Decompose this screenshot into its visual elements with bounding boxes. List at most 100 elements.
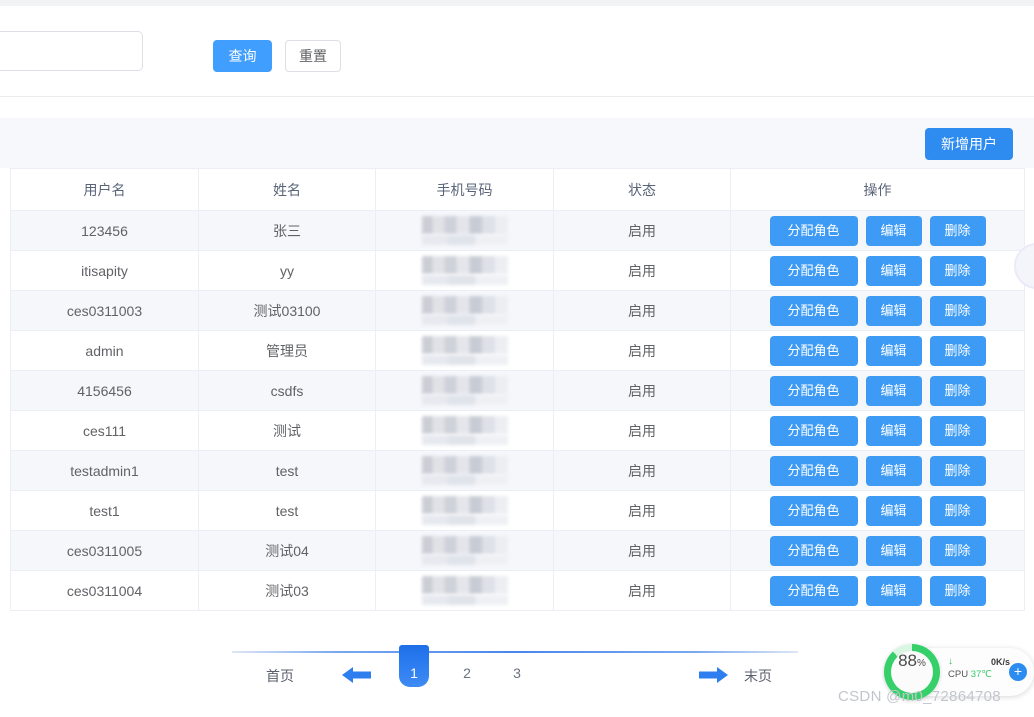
delete-button[interactable]: 删除 xyxy=(929,335,986,366)
cell-name: yy xyxy=(198,250,376,291)
delete-button[interactable]: 删除 xyxy=(929,255,986,286)
cell-name: 测试 xyxy=(198,410,376,451)
cell-actions: 分配角色 编辑 删除 xyxy=(730,210,1025,251)
assign-role-button[interactable]: 分配角色 xyxy=(769,335,858,366)
cell-name: csdfs xyxy=(198,370,376,411)
edit-button[interactable]: 编辑 xyxy=(865,215,922,246)
edit-button[interactable]: 编辑 xyxy=(865,455,922,486)
delete-button[interactable]: 删除 xyxy=(929,455,986,486)
delete-button[interactable]: 删除 xyxy=(929,375,986,406)
pagination-page-active[interactable]: 1 xyxy=(399,645,429,687)
column-header-username: 用户名 xyxy=(10,168,199,211)
network-speed: 0K/s xyxy=(990,656,1010,667)
edit-button[interactable]: 编辑 xyxy=(865,535,922,566)
add-user-button[interactable]: 新增用户 xyxy=(925,128,1013,160)
delete-button[interactable]: 删除 xyxy=(929,295,986,326)
delete-button[interactable]: 删除 xyxy=(929,535,986,566)
assign-role-button[interactable]: 分配角色 xyxy=(769,495,858,526)
pagination-first-page[interactable]: 首页 xyxy=(266,666,294,686)
edit-button[interactable]: 编辑 xyxy=(865,575,922,606)
table-row: admin 管理员 启用 分配角色 编辑 删除 xyxy=(10,330,1025,371)
assign-role-button[interactable]: 分配角色 xyxy=(769,455,858,486)
table-header-row: 用户名 姓名 手机号码 状态 操作 xyxy=(10,168,1025,211)
search-input[interactable] xyxy=(0,31,143,71)
edit-button[interactable]: 编辑 xyxy=(865,375,922,406)
cell-status: 启用 xyxy=(553,490,731,531)
reset-button[interactable]: 重置 xyxy=(285,40,341,72)
cell-actions: 分配角色 编辑 删除 xyxy=(730,290,1025,331)
delete-button[interactable]: 删除 xyxy=(929,215,986,246)
system-monitor-add-button[interactable]: + xyxy=(1009,663,1027,681)
cpu-temperature: 37℃ xyxy=(970,669,992,680)
cell-username: 123456 xyxy=(10,210,199,251)
cell-username: 4156456 xyxy=(10,370,199,411)
cell-status: 启用 xyxy=(553,570,731,611)
pagination-next-arrow-icon[interactable] xyxy=(696,664,730,686)
pagination-page-3[interactable]: 3 xyxy=(506,665,528,681)
row-action-group: 分配角色 编辑 删除 xyxy=(731,215,1024,246)
assign-role-button[interactable]: 分配角色 xyxy=(769,415,858,446)
edit-button[interactable]: 编辑 xyxy=(865,335,922,366)
column-header-phone: 手机号码 xyxy=(375,168,554,211)
assign-role-button[interactable]: 分配角色 xyxy=(769,255,858,286)
phone-blur-mask xyxy=(421,456,508,475)
phone-blur-mask-2 xyxy=(421,515,508,526)
cell-phone-redacted xyxy=(375,250,554,291)
phone-blur-mask xyxy=(421,416,508,435)
cell-actions: 分配角色 编辑 删除 xyxy=(730,570,1025,611)
assign-role-button[interactable]: 分配角色 xyxy=(769,215,858,246)
edit-button[interactable]: 编辑 xyxy=(865,495,922,526)
cell-actions: 分配角色 编辑 删除 xyxy=(730,410,1025,451)
cell-username: ces0311005 xyxy=(10,530,199,571)
pagination-prev-arrow-icon[interactable] xyxy=(340,664,374,686)
cell-phone-redacted xyxy=(375,450,554,491)
cpu-usage-value-wrap: 88 % xyxy=(891,651,933,693)
phone-blur-mask-2 xyxy=(421,235,508,246)
cell-name: 测试03 xyxy=(198,570,376,611)
assign-role-button[interactable]: 分配角色 xyxy=(769,575,858,606)
edit-button[interactable]: 编辑 xyxy=(865,295,922,326)
percent-symbol: % xyxy=(917,658,926,669)
system-monitor-stats: ↓ 0K/s CPU 37℃ xyxy=(948,656,1010,680)
delete-button[interactable]: 删除 xyxy=(929,415,986,446)
cell-actions: 分配角色 编辑 删除 xyxy=(730,450,1025,491)
row-action-group: 分配角色 编辑 删除 xyxy=(731,495,1024,526)
cell-status: 启用 xyxy=(553,330,731,371)
column-header-status: 状态 xyxy=(553,168,731,211)
pagination-last-page[interactable]: 末页 xyxy=(744,666,772,686)
query-button[interactable]: 查询 xyxy=(213,40,272,72)
cell-name: 管理员 xyxy=(198,330,376,371)
cell-actions: 分配角色 编辑 删除 xyxy=(730,490,1025,531)
column-header-actions: 操作 xyxy=(730,168,1025,211)
delete-button[interactable]: 删除 xyxy=(929,575,986,606)
phone-blur-mask-2 xyxy=(421,555,508,566)
phone-blur-mask xyxy=(421,576,508,595)
cell-status: 启用 xyxy=(553,450,731,491)
cell-name: test xyxy=(198,450,376,491)
cell-username: admin xyxy=(10,330,199,371)
phone-blur-mask-2 xyxy=(421,395,508,406)
delete-button[interactable]: 删除 xyxy=(929,495,986,526)
phone-blur-mask xyxy=(421,256,508,275)
assign-role-button[interactable]: 分配角色 xyxy=(769,535,858,566)
table-row: itisapity yy 启用 分配角色 编辑 删除 xyxy=(10,250,1025,291)
phone-blur-mask xyxy=(421,536,508,555)
phone-blur-mask xyxy=(421,336,508,355)
cell-status: 启用 xyxy=(553,250,731,291)
edit-button[interactable]: 编辑 xyxy=(865,415,922,446)
assign-role-button[interactable]: 分配角色 xyxy=(769,375,858,406)
cell-status: 启用 xyxy=(553,410,731,451)
cell-status: 启用 xyxy=(553,530,731,571)
cell-phone-redacted xyxy=(375,530,554,571)
assign-role-button[interactable]: 分配角色 xyxy=(769,295,858,326)
cell-name: test xyxy=(198,490,376,531)
table-toolbar: 新增用户 xyxy=(0,118,1034,168)
edit-button[interactable]: 编辑 xyxy=(865,255,922,286)
cell-phone-redacted xyxy=(375,490,554,531)
column-header-name: 姓名 xyxy=(198,168,376,211)
pagination-page-2[interactable]: 2 xyxy=(456,665,478,681)
user-table: 用户名 姓名 手机号码 状态 操作 123456 张三 启用 分配角色 编辑 删除 itis… xyxy=(10,168,1025,611)
cell-status: 启用 xyxy=(553,290,731,331)
cell-username: test1 xyxy=(10,490,199,531)
table-row: ces111 测试 启用 分配角色 编辑 删除 xyxy=(10,410,1025,451)
